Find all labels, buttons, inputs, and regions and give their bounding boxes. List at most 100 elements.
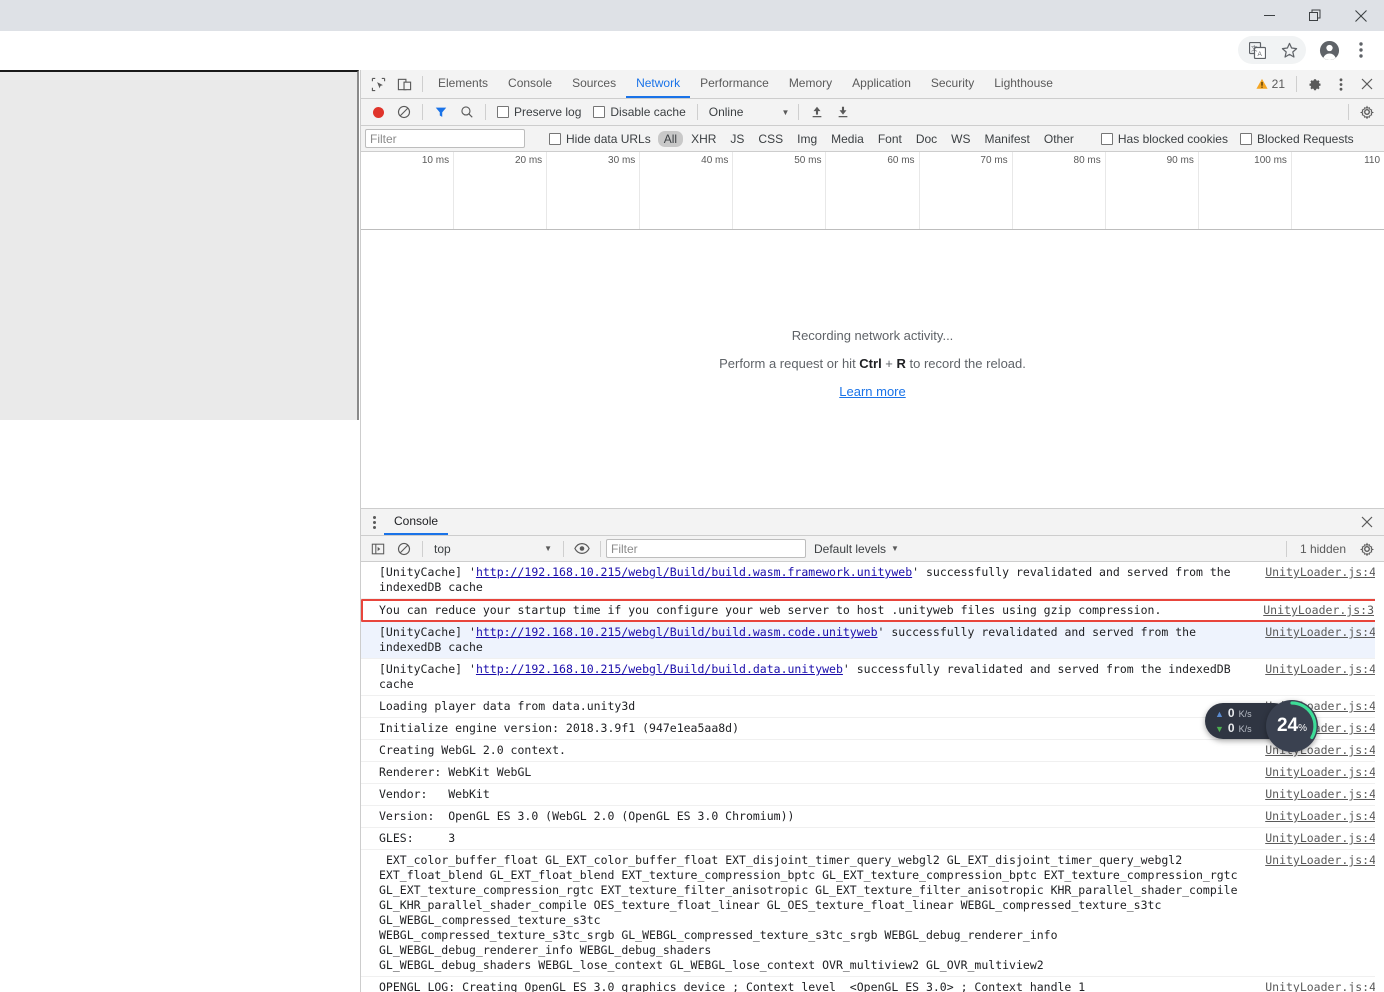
clear-console-icon[interactable] [391, 536, 417, 562]
type-filter-label: Doc [915, 131, 938, 146]
console-message-source-link[interactable]: UnityLoader.js:4 [1265, 980, 1384, 992]
console-filter-input[interactable] [606, 539, 806, 558]
console-message[interactable]: [UnityCache] 'http://192.168.10.215/webg… [361, 622, 1384, 659]
toolbar-divider [1348, 104, 1349, 120]
cpu-unit: % [1298, 723, 1308, 734]
upload-arrow-icon[interactable] [804, 99, 830, 125]
console-message[interactable]: GLES: 3 UnityLoader.js:4 [361, 828, 1384, 850]
console-message-source-link[interactable]: UnityLoader.js:4 [1265, 831, 1384, 846]
disable-cache-checkbox[interactable]: Disable cache [587, 105, 691, 119]
tab-elements[interactable]: Elements [428, 70, 498, 98]
console-message-source-link[interactable]: UnityLoader.js:4 [1265, 662, 1384, 677]
learn-more-link[interactable]: Learn more [839, 384, 905, 399]
tab-network[interactable]: Network [626, 70, 691, 98]
console-message[interactable]: Vendor: WebKit UnityLoader.js:4 [361, 784, 1384, 806]
console-sidebar-icon[interactable] [365, 536, 391, 562]
console-message[interactable]: You can reduce your startup time if you … [361, 599, 1384, 622]
download-arrow-icon[interactable] [830, 99, 856, 125]
console-message[interactable]: Creating WebGL 2.0 context. UnityLoader.j… [361, 740, 1384, 762]
three-dot-menu-icon[interactable] [1346, 36, 1376, 64]
console-hidden-count[interactable]: 1 hidden [1292, 542, 1354, 556]
type-filter-all[interactable]: All [657, 130, 684, 147]
hide-data-urls-checkbox[interactable]: Hide data URLs [543, 132, 657, 146]
preserve-log-checkbox[interactable]: Preserve log [491, 105, 587, 119]
timeline-tick-label: 10 ms [421, 155, 450, 166]
console-message[interactable]: OPENGL LOG: Creating OpenGL ES 3.0 graph… [361, 977, 1384, 992]
toolbar-divider [600, 540, 601, 557]
tab-application[interactable]: Application [842, 70, 921, 98]
shortcut-key-ctrl: Ctrl [859, 356, 882, 371]
network-filter-input[interactable] [365, 129, 525, 148]
type-filter-ws[interactable]: WS [945, 131, 976, 147]
network-overview-timeline[interactable]: 10 ms 20 ms 30 ms 40 ms 50 ms 60 ms 70 ms 80 ms… [361, 152, 1384, 230]
console-message-source-link[interactable]: UnityLoader.js:4 [1265, 787, 1384, 802]
console-message-source-link[interactable]: UnityLoader.js:4 [1265, 853, 1384, 868]
preserve-log-label: Preserve log [514, 105, 582, 119]
window-close-button[interactable] [1338, 0, 1384, 31]
three-dot-menu-icon[interactable] [1328, 71, 1354, 97]
cpu-usage-gauge[interactable]: 24 % [1266, 700, 1318, 752]
tab-security[interactable]: Security [921, 70, 984, 98]
message-url-link[interactable]: http://192.168.10.215/webgl/Build/build.… [476, 662, 843, 676]
console-levels-select[interactable]: Default levels ▼ [806, 542, 907, 556]
throttling-select[interactable]: Online ▼ [703, 105, 794, 119]
funnel-icon[interactable] [428, 99, 454, 125]
drawer-tab-console[interactable]: Console [384, 509, 449, 535]
translate-icon[interactable]: 文 A [1242, 36, 1272, 64]
console-message-source-link[interactable]: UnityLoader.js:4 [1265, 565, 1384, 580]
type-filter-manifest[interactable]: Manifest [979, 131, 1036, 147]
console-message-source-link[interactable]: UnityLoader.js:3 [1263, 603, 1382, 618]
type-filter-img[interactable]: Img [791, 131, 823, 147]
star-icon[interactable] [1274, 36, 1304, 64]
record-button[interactable] [365, 99, 391, 125]
inspect-element-icon[interactable] [365, 71, 391, 97]
type-filter-css[interactable]: CSS [752, 131, 789, 147]
cpu-value: 24 [1276, 715, 1299, 736]
gear-icon[interactable] [1354, 536, 1380, 562]
tab-console[interactable]: Console [498, 70, 562, 98]
tab-sources[interactable]: Sources [562, 70, 626, 98]
three-dot-menu-icon[interactable] [365, 515, 384, 529]
message-url-link[interactable]: http://192.168.10.215/webgl/Build/build.… [476, 565, 912, 579]
close-icon[interactable] [1354, 509, 1380, 535]
tab-memory[interactable]: Memory [779, 70, 842, 98]
shortcut-plus: + [881, 356, 897, 371]
window-minimize-button[interactable] [1246, 0, 1292, 31]
window-restore-button[interactable] [1292, 0, 1338, 31]
console-message[interactable]: Renderer: WebKit WebGL UnityLoader.js:4 [361, 762, 1384, 784]
warning-count-value: 21 [1271, 77, 1285, 91]
console-context-select[interactable]: top ▼ [428, 542, 558, 556]
type-filter-js[interactable]: JS [724, 131, 750, 147]
console-message[interactable]: EXT_color_buffer_float GL_EXT_color_buff… [361, 850, 1384, 977]
live-expression-icon[interactable] [569, 536, 595, 562]
message-url-link[interactable]: http://192.168.10.215/webgl/Build/build.… [476, 625, 878, 639]
type-filter-doc[interactable]: Doc [910, 131, 943, 147]
close-icon[interactable] [1354, 71, 1380, 97]
has-blocked-cookies-checkbox[interactable]: Has blocked cookies [1095, 132, 1234, 146]
timeline-tick-label: 60 ms [887, 155, 915, 166]
console-message[interactable]: [UnityCache] 'http://192.168.10.215/webg… [361, 562, 1384, 599]
type-filter-xhr[interactable]: XHR [685, 131, 722, 147]
device-toolbar-icon[interactable] [391, 71, 417, 97]
no-entry-icon [397, 105, 411, 119]
type-filter-font[interactable]: Font [872, 131, 908, 147]
console-message-source-link[interactable]: UnityLoader.js:4 [1265, 625, 1384, 640]
clear-button[interactable] [391, 99, 417, 125]
console-message[interactable]: Version: OpenGL ES 3.0 (WebGL 2.0 (OpenG… [361, 806, 1384, 828]
type-filter-media[interactable]: Media [825, 131, 870, 147]
console-message-list[interactable]: [UnityCache] 'http://192.168.10.215/webg… [361, 562, 1384, 992]
account-icon[interactable] [1314, 36, 1344, 64]
tab-lighthouse[interactable]: Lighthouse [984, 70, 1063, 98]
type-filter-other[interactable]: Other [1038, 131, 1080, 147]
warning-counter[interactable]: 21 [1250, 77, 1291, 91]
console-scrollbar[interactable] [1375, 562, 1384, 992]
tab-performance[interactable]: Performance [690, 70, 779, 98]
console-message[interactable]: [UnityCache] 'http://192.168.10.215/webg… [361, 659, 1384, 696]
console-message-source-link[interactable]: UnityLoader.js:4 [1265, 765, 1384, 780]
gear-icon[interactable] [1354, 99, 1380, 125]
console-message-source-link[interactable]: UnityLoader.js:4 [1265, 809, 1384, 824]
search-icon[interactable] [454, 99, 480, 125]
netspeed-download-row: ▼ 0 K/s [1215, 721, 1252, 736]
blocked-requests-checkbox[interactable]: Blocked Requests [1234, 132, 1360, 146]
gear-icon[interactable] [1302, 71, 1328, 97]
